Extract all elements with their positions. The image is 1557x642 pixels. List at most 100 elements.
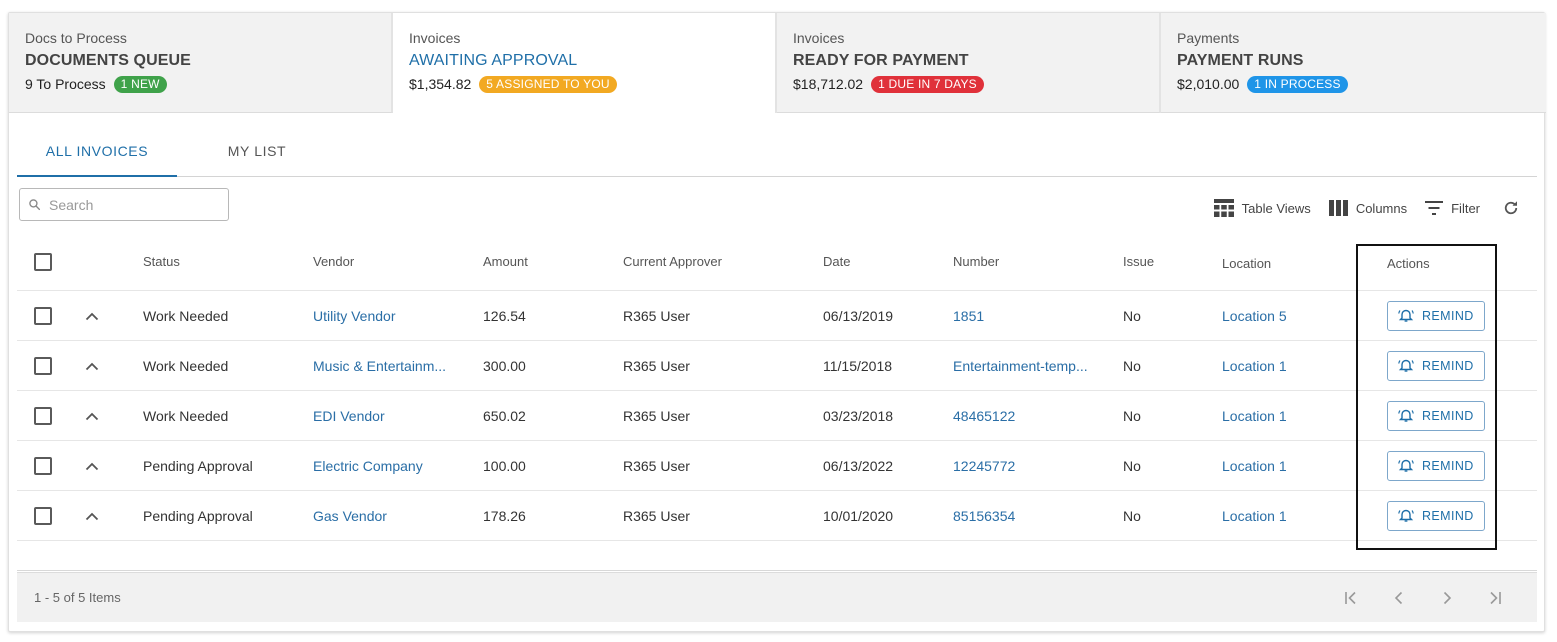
table-views-label: Table Views bbox=[1241, 200, 1311, 216]
search-box bbox=[19, 188, 229, 221]
issue-cell: No bbox=[1123, 407, 1141, 424]
table-toolbar: Table Views Columns Filter bbox=[1196, 199, 1528, 217]
row-checkbox[interactable] bbox=[34, 456, 52, 475]
table-footer: 1 - 5 of 5 Items bbox=[17, 572, 1537, 622]
row-checkbox[interactable] bbox=[34, 406, 52, 425]
column-header-approver[interactable]: Current Approver bbox=[623, 254, 823, 269]
card-title: AWAITING APPROVAL bbox=[409, 52, 578, 69]
remind-button[interactable]: REMIND bbox=[1387, 350, 1485, 381]
column-header-status[interactable]: Status bbox=[143, 254, 313, 269]
search-icon bbox=[29, 199, 41, 211]
remind-label: REMIND bbox=[1422, 358, 1474, 373]
card-category: Payments bbox=[1177, 30, 1240, 46]
remind-label: REMIND bbox=[1422, 458, 1474, 473]
chevron-up-icon[interactable] bbox=[85, 408, 99, 424]
column-header-amount[interactable]: Amount bbox=[483, 254, 623, 269]
tab-all-invoices[interactable]: ALL INVOICES bbox=[17, 131, 177, 177]
row-checkbox[interactable] bbox=[34, 506, 52, 525]
columns-icon bbox=[1328, 200, 1348, 216]
card-payment-runs[interactable]: Payments PAYMENT RUNS $2,010.00 1 IN PRO… bbox=[1161, 13, 1546, 113]
number-link[interactable]: 48465122 bbox=[953, 408, 1123, 424]
vendor-link[interactable]: Gas Vendor bbox=[313, 508, 483, 524]
remind-button[interactable]: REMIND bbox=[1387, 400, 1485, 431]
approver-cell: R365 User bbox=[623, 507, 690, 524]
number-link[interactable]: 1851 bbox=[953, 308, 1123, 324]
status-badge: 1 NEW bbox=[113, 75, 167, 93]
columns-label: Columns bbox=[1355, 200, 1408, 216]
column-header-location[interactable]: Location bbox=[1222, 253, 1387, 271]
column-header-date[interactable]: Date bbox=[823, 254, 953, 269]
table-header: Status Vendor Amount Current Approver Da… bbox=[17, 233, 1537, 291]
card-awaiting-approval[interactable]: Invoices AWAITING APPROVAL $1,354.82 5 A… bbox=[393, 13, 777, 113]
amount-cell: 300.00 bbox=[483, 357, 526, 374]
pagination-controls bbox=[1327, 587, 1519, 609]
next-page-icon[interactable] bbox=[1423, 587, 1471, 609]
status-badge: 1 IN PROCESS bbox=[1247, 75, 1348, 93]
card-ready-for-payment[interactable]: Invoices READY FOR PAYMENT $18,712.02 1 … bbox=[777, 13, 1161, 113]
last-page-icon[interactable] bbox=[1471, 587, 1519, 609]
table-views-icon bbox=[1213, 199, 1234, 217]
card-category: Docs to Process bbox=[25, 30, 127, 46]
remind-button[interactable]: REMIND bbox=[1387, 450, 1485, 481]
card-title: READY FOR PAYMENT bbox=[793, 52, 969, 69]
issue-cell: No bbox=[1123, 457, 1141, 474]
row-checkbox[interactable] bbox=[34, 306, 52, 325]
invoices-table: Status Vendor Amount Current Approver Da… bbox=[17, 233, 1537, 571]
table-filler bbox=[17, 541, 1537, 571]
column-header-issue[interactable]: Issue bbox=[1123, 254, 1222, 269]
approver-cell: R365 User bbox=[623, 307, 690, 324]
table-views-button[interactable]: Table Views bbox=[1213, 199, 1311, 217]
refresh-button[interactable] bbox=[1502, 199, 1528, 217]
vendor-link[interactable]: Music & Entertainm... bbox=[313, 358, 483, 374]
invoices-panel: Docs to Process DOCUMENTS QUEUE 9 To Pro… bbox=[8, 12, 1546, 632]
chevron-up-icon[interactable] bbox=[85, 308, 99, 324]
card-amount: $2,010.00 bbox=[1177, 76, 1240, 92]
previous-page-icon[interactable] bbox=[1375, 587, 1423, 609]
tab-my-list[interactable]: MY LIST bbox=[177, 131, 337, 176]
column-header-number[interactable]: Number bbox=[953, 254, 1123, 269]
vendor-link[interactable]: Electric Company bbox=[313, 458, 483, 474]
date-cell: 03/23/2018 bbox=[823, 407, 894, 424]
bell-icon bbox=[1398, 409, 1414, 422]
number-link[interactable]: 85156354 bbox=[953, 508, 1123, 524]
location-link[interactable]: Location 1 bbox=[1222, 458, 1387, 474]
card-category: Invoices bbox=[409, 30, 461, 46]
location-link[interactable]: Location 1 bbox=[1222, 408, 1387, 424]
remind-button[interactable]: REMIND bbox=[1387, 500, 1485, 531]
number-link[interactable]: 12245772 bbox=[953, 458, 1123, 474]
filter-button[interactable]: Filter bbox=[1425, 201, 1480, 216]
pagination-summary: 1 - 5 of 5 Items bbox=[34, 590, 121, 605]
chevron-up-icon[interactable] bbox=[85, 458, 99, 474]
location-link[interactable]: Location 1 bbox=[1222, 358, 1387, 374]
vendor-link[interactable]: Utility Vendor bbox=[313, 308, 483, 324]
status-badge: 1 DUE IN 7 DAYS bbox=[871, 75, 984, 93]
columns-button[interactable]: Columns bbox=[1328, 200, 1408, 216]
card-title: DOCUMENTS QUEUE bbox=[25, 52, 191, 69]
location-link[interactable]: Location 1 bbox=[1222, 508, 1387, 524]
remind-button[interactable]: REMIND bbox=[1387, 300, 1485, 331]
number-link[interactable]: Entertainment-temp... bbox=[953, 358, 1123, 374]
row-checkbox[interactable] bbox=[34, 356, 52, 375]
card-documents-queue[interactable]: Docs to Process DOCUMENTS QUEUE 9 To Pro… bbox=[9, 13, 393, 113]
location-link[interactable]: Location 5 bbox=[1222, 308, 1387, 324]
approver-cell: R365 User bbox=[623, 457, 690, 474]
summary-cards: Docs to Process DOCUMENTS QUEUE 9 To Pro… bbox=[9, 13, 1546, 113]
bell-icon bbox=[1398, 509, 1414, 522]
bell-icon bbox=[1398, 459, 1414, 472]
approver-cell: R365 User bbox=[623, 357, 690, 374]
table-row: Work Needed EDI Vendor 650.02 R365 User … bbox=[17, 391, 1537, 441]
chevron-up-icon[interactable] bbox=[85, 508, 99, 524]
bell-icon bbox=[1398, 309, 1414, 322]
amount-cell: 650.02 bbox=[483, 407, 526, 424]
column-header-vendor[interactable]: Vendor bbox=[313, 254, 483, 269]
filter-icon bbox=[1425, 201, 1444, 215]
card-amount: $18,712.02 bbox=[793, 76, 864, 92]
search-input[interactable] bbox=[49, 196, 209, 213]
first-page-icon[interactable] bbox=[1327, 587, 1375, 609]
chevron-up-icon[interactable] bbox=[85, 358, 99, 374]
filter-label: Filter bbox=[1451, 200, 1480, 216]
select-all-checkbox[interactable] bbox=[34, 252, 52, 271]
vendor-link[interactable]: EDI Vendor bbox=[313, 408, 483, 424]
remind-label: REMIND bbox=[1422, 408, 1474, 423]
card-title: PAYMENT RUNS bbox=[1177, 52, 1304, 69]
